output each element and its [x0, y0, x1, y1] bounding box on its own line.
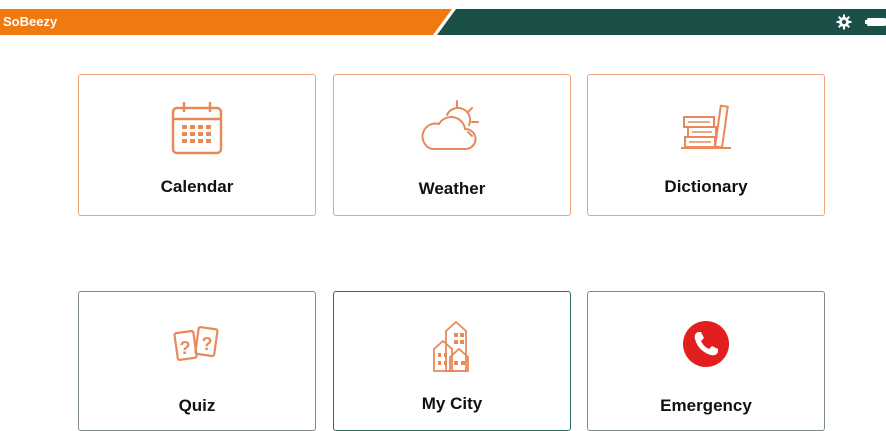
tile-label: Emergency — [660, 396, 752, 415]
svg-text:?: ? — [180, 338, 191, 358]
tile-label: Calendar — [160, 177, 234, 196]
tile-label: Dictionary — [664, 177, 748, 196]
tile-label: My City — [421, 394, 483, 413]
books-icon — [681, 104, 731, 149]
phone-icon — [683, 321, 729, 367]
question-cards-icon: ? ? — [173, 326, 219, 361]
svg-text:?: ? — [202, 334, 213, 354]
tile-calendar[interactable]: Calendar — [78, 74, 316, 216]
tile-weather[interactable]: Weather — [333, 74, 571, 216]
tile-label: Quiz — [178, 396, 216, 415]
tile-label: Weather — [418, 179, 486, 198]
top-bar-background — [0, 9, 886, 35]
calendar-icon — [171, 102, 223, 155]
tile-dictionary[interactable]: Dictionary — [587, 74, 825, 216]
tile-my-city[interactable]: My City — [333, 291, 571, 431]
city-buildings-icon — [433, 320, 469, 372]
battery-icon — [865, 18, 886, 26]
weather-icon — [421, 100, 479, 150]
gear-icon[interactable] — [836, 14, 852, 30]
top-bar: SoBeezy — [0, 9, 886, 35]
tile-quiz[interactable]: ? ? Quiz — [78, 291, 316, 431]
tile-emergency[interactable]: Emergency — [587, 291, 825, 431]
app-title: SoBeezy — [3, 14, 58, 29]
